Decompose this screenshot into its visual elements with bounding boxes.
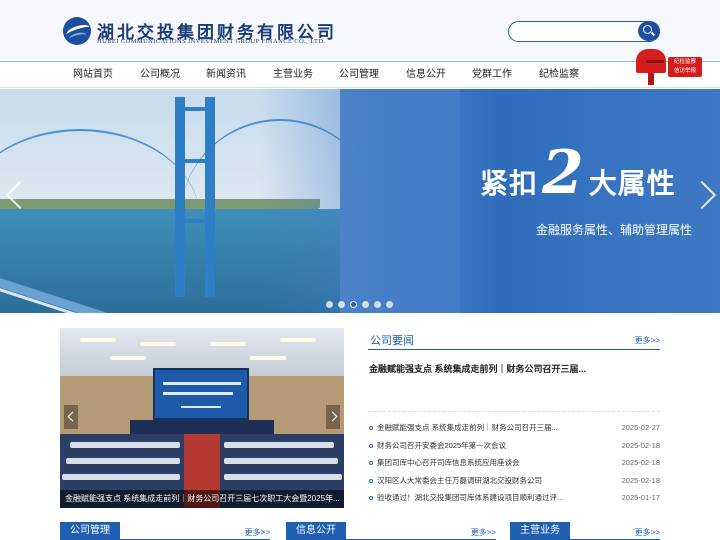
report-mailbox[interactable]: 纪检监察 信访举报 [632, 47, 702, 87]
bullet-icon [369, 461, 373, 465]
news-item-title[interactable]: 集团司库中心召开司库信息系统应用座谈会 [377, 454, 587, 472]
slogan-pre: 紧扣 [480, 168, 539, 199]
photo-caption[interactable]: 金融赋能强支点 系统集成走前列｜财务公司召开三届七次职工大会暨2025年... [60, 490, 344, 508]
section-management: 公司管理 更多>> [60, 522, 270, 540]
banner-dot[interactable] [338, 301, 345, 308]
news-item-title[interactable]: 财务公司召开安委会2025年第一次会议 [377, 437, 587, 455]
nav-item-about[interactable]: 公司概况 [127, 62, 193, 88]
slogan-number: 2 [542, 138, 585, 208]
banner-subtitle: 金融服务属性、辅助管理属性 [536, 223, 693, 237]
mailbox-line1: 纪检监察 [673, 59, 696, 65]
main-nav: 网站首页 公司概况 新闻资讯 主营业务 公司管理 信息公开 党群工作 纪检监察 [0, 62, 720, 88]
banner-pagination [326, 301, 396, 309]
bullet-icon [369, 478, 373, 483]
news-item-date: 2025-02-18 [621, 458, 660, 467]
news-photo[interactable] [60, 328, 344, 508]
news-item-title[interactable]: 金融赋能强支点 系统集成走前列｜财务公司召开三届... [377, 419, 587, 437]
search-box [508, 21, 660, 42]
banner-slogan: 紧扣2 大属性 [480, 143, 676, 214]
news-item-date: 2025-02-18 [621, 475, 660, 485]
search-button[interactable] [638, 21, 660, 41]
hero-banner[interactable]: 紧扣2 大属性 金融服务属性、辅助管理属性 [0, 89, 720, 313]
bullet-icon [369, 426, 373, 430]
news-item-date: 2025-02-18 [621, 440, 660, 450]
slogan-post: 大属性 [588, 168, 676, 199]
company-news-headline[interactable]: 金融赋能强支点 系统集成走前列｜财务公司召开三届... [369, 362, 660, 375]
nav-item-party[interactable]: 党群工作 [459, 62, 525, 88]
section-business-more-link[interactable]: 更多>> [635, 527, 660, 538]
banner-dot[interactable] [326, 301, 333, 308]
news-item-date: 2025-01-17 [621, 493, 660, 502]
list-item[interactable]: 验收通过！湖北交投集团司库体系建设项目顺利通过评... 2025-01-17 [368, 489, 660, 507]
company-news-more-link[interactable]: 更多>> [635, 335, 660, 346]
nav-item-disclosure[interactable]: 信息公开 [393, 62, 459, 88]
nav-item-news[interactable]: 新闻资讯 [193, 62, 259, 88]
list-item[interactable]: 金融赋能强支点 系统集成走前列｜财务公司召开三届... 2025-02-27 [368, 419, 660, 437]
list-item[interactable]: 汉阳区人大常委会主任万磊调研湖北交投财务公司 2025-02-18 [368, 472, 660, 490]
meeting-screen [153, 368, 249, 420]
banner-dot[interactable] [362, 301, 369, 308]
banner-prev-arrow-icon[interactable] [6, 177, 20, 215]
search-input[interactable] [517, 24, 637, 39]
company-news-header: 公司要闻 更多>> [368, 330, 660, 350]
section-business-title[interactable]: 主营业务 [510, 522, 570, 540]
nav-item-management[interactable]: 公司管理 [326, 62, 392, 88]
news-item-title[interactable]: 验收通过！湖北交投集团司库体系建设项目顺利通过评... [377, 489, 587, 507]
photo-next-arrow-icon[interactable] [326, 405, 340, 429]
company-logo-icon[interactable] [63, 17, 91, 45]
list-item[interactable]: 财务公司召开安委会2025年第一次会议 2025-02-18 [368, 437, 660, 455]
company-news-title: 公司要闻 [370, 335, 414, 347]
nav-item-discipline[interactable]: 纪检监察 [526, 62, 592, 88]
section-management-title[interactable]: 公司管理 [60, 522, 120, 540]
section-disclosure-more-link[interactable]: 更多>> [471, 527, 496, 538]
bullet-icon [369, 443, 373, 448]
section-business: 主营业务 更多>> [510, 522, 660, 540]
section-disclosure: 信息公开 更多>> [286, 522, 496, 540]
mailbox-line2: 信访举报 [673, 68, 696, 74]
banner-next-arrow-icon[interactable] [700, 177, 714, 215]
bridge-tower [175, 97, 185, 297]
mailbox-sign: 纪检监察 信访举报 [668, 57, 702, 77]
company-name-en: HUBEI COMMUNICATIONS INVESTMENT GROUP FI… [97, 38, 326, 45]
news-item-date: 2025-02-27 [621, 423, 660, 432]
banner-dot[interactable] [386, 301, 393, 308]
nav-item-business[interactable]: 主营业务 [260, 62, 326, 88]
banner-dot[interactable] [374, 301, 381, 308]
list-item[interactable]: 集团司库中心召开司库信息系统应用座谈会 2025-02-18 [368, 454, 660, 472]
company-news-list: 金融赋能强支点 系统集成走前列｜财务公司召开三届... 2025-02-27 财… [368, 419, 660, 507]
nav-item-home[interactable]: 网站首页 [60, 62, 126, 88]
banner-dot-active[interactable] [350, 301, 357, 308]
site-header: 湖北交投集团财务有限公司 HUBEI COMMUNICATIONS INVEST… [0, 0, 720, 62]
bullet-icon [369, 496, 373, 500]
section-disclosure-title[interactable]: 信息公开 [286, 522, 346, 540]
news-item-title[interactable]: 汉阳区人大常委会主任万磊调研湖北交投财务公司 [377, 472, 587, 490]
section-management-more-link[interactable]: 更多>> [245, 527, 270, 538]
photo-prev-arrow-icon[interactable] [64, 405, 78, 429]
mailbox-icon [636, 49, 666, 73]
